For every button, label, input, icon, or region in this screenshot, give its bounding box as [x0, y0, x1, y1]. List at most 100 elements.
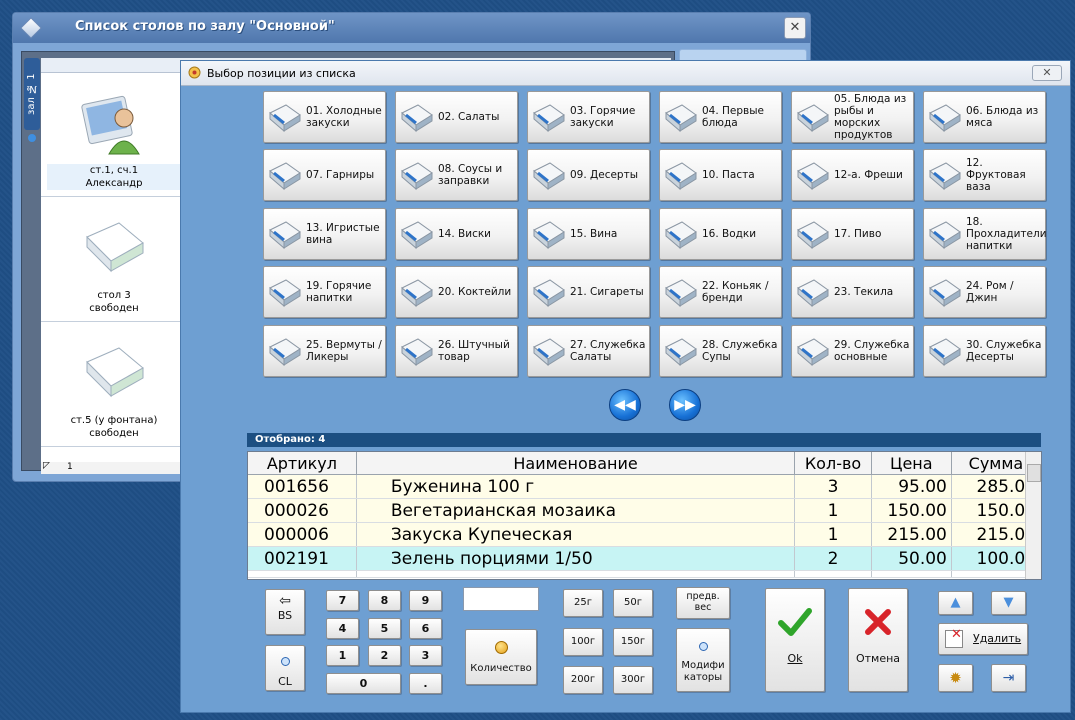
move-up-button[interactable]: ▲ [938, 591, 973, 615]
category-icon [401, 279, 433, 308]
category-button[interactable]: 25. Вермуты /Ликеры [263, 325, 386, 377]
modifiers-button[interactable]: Модифи каторы [676, 628, 730, 692]
category-button[interactable]: 24. Ром /Джин [923, 266, 1046, 318]
category-icon [665, 279, 697, 308]
price-cell: 215.00 [871, 522, 952, 547]
category-button[interactable]: 19. Горячие напитки [263, 266, 386, 318]
category-label: 25. Вермуты /Ликеры [306, 339, 382, 363]
category-button[interactable]: 01. Холодные закуски [263, 91, 386, 143]
category-icon [401, 104, 433, 133]
quantity-button[interactable]: Количество [465, 629, 537, 685]
arrow-up-icon: ▲ [950, 595, 961, 610]
cancel-button[interactable]: Отмена [848, 588, 908, 692]
category-button[interactable]: 23. Текила [791, 266, 914, 318]
ok-button[interactable]: Ok [765, 588, 825, 692]
exit-button[interactable]: ⇥ [991, 664, 1026, 692]
table-item[interactable]: стол 3 свободен [41, 197, 181, 322]
category-label: 03. Горячие закуски [570, 105, 636, 129]
category-button[interactable]: 15. Вина [527, 208, 650, 260]
decimal-point-button[interactable]: . [409, 673, 442, 694]
table-row[interactable]: 000006 Закуска Купеческая 1 215.00 215.00 [248, 522, 1041, 547]
category-button[interactable]: 26. Штучный товар [395, 325, 518, 377]
category-button[interactable]: 12-а. Фреши [791, 149, 914, 201]
table-row[interactable]: 001656 Буженина 100 г 3 95.00 285.00 [248, 474, 1041, 499]
settings-button[interactable]: ✹ [938, 664, 973, 692]
digit-5-button[interactable]: 5 [368, 618, 401, 639]
digit-2-button[interactable]: 2 [368, 645, 401, 666]
table-item[interactable]: ст.5 (у фонтана) свободен [41, 322, 181, 447]
name-cell: Буженина 100 г [356, 474, 796, 499]
category-button[interactable]: 08. Соусы и заправки [395, 149, 518, 201]
dialog-close-button[interactable]: ✕ [1032, 65, 1062, 81]
next-page-button[interactable]: ▶▶ [669, 389, 701, 421]
category-button[interactable]: 13. Игристые вина [263, 208, 386, 260]
prev-page-button[interactable]: ◀◀ [609, 389, 641, 421]
occupied-table-icon [81, 95, 140, 155]
qty-cell: 3 [794, 474, 872, 499]
quantity-input[interactable] [463, 587, 539, 611]
backspace-button[interactable]: ⇦ BS [265, 589, 305, 635]
category-button[interactable]: 07. Гарниры [263, 149, 386, 201]
hall-tab[interactable]: зал № 1 [24, 58, 40, 130]
category-button[interactable]: 17. Пиво [791, 208, 914, 260]
category-button[interactable]: 27. Служебка Салаты [527, 325, 650, 377]
category-button[interactable]: 20. Коктейли [395, 266, 518, 318]
category-button[interactable]: 05. Блюда из рыбы и морских продуктов [791, 91, 914, 143]
category-button[interactable]: 06. Блюда из мяса [923, 91, 1046, 143]
scroll-thumb[interactable] [1027, 464, 1041, 482]
category-button[interactable]: 28. Служебка Супы [659, 325, 782, 377]
category-label: 18. Прохладители напитки [966, 216, 1047, 252]
column-header[interactable]: Артикул [248, 452, 357, 475]
digit-3-button[interactable]: 3 [409, 645, 442, 666]
grid-scrollbar[interactable] [1025, 452, 1041, 579]
weight-button[interactable]: 200г [563, 666, 603, 694]
column-header[interactable]: Цена [871, 452, 952, 475]
weight-button[interactable]: 25г [563, 589, 603, 617]
category-label: 01. Холодные закуски [306, 105, 382, 129]
category-button[interactable]: 18. Прохладители напитки [923, 208, 1047, 260]
category-button[interactable]: 22. Коньяк /бренди [659, 266, 782, 318]
category-button[interactable]: 29. Служебка основные [791, 325, 914, 377]
category-button[interactable]: 12. Фруктовая ваза [923, 149, 1046, 201]
category-icon [929, 221, 961, 250]
digit-9-button[interactable]: 9 [409, 590, 442, 611]
digit-6-button[interactable]: 6 [409, 618, 442, 639]
weight-button[interactable]: 300г [613, 666, 653, 694]
article-cell: 000026 [248, 498, 357, 523]
category-label: 02. Салаты [438, 111, 500, 123]
table-list-close-button[interactable]: ✕ [784, 17, 806, 39]
digit-8-button[interactable]: 8 [368, 590, 401, 611]
category-icon [533, 279, 565, 308]
clear-button[interactable]: CL [265, 645, 305, 691]
category-button[interactable]: 04. Первые блюда [659, 91, 782, 143]
digit-0-button[interactable]: 0 [326, 673, 401, 694]
digit-4-button[interactable]: 4 [326, 618, 359, 639]
dialog-titlebar: Выбор позиции из списка ✕ [181, 61, 1070, 86]
table-row[interactable]: 000026 Вегетарианская мозаика 1 150.00 150.0… [248, 498, 1041, 523]
digit-7-button[interactable]: 7 [326, 590, 359, 611]
move-down-button[interactable]: ▼ [991, 591, 1026, 615]
prev-weight-button[interactable]: предв. вес [676, 587, 730, 619]
pager-arrow-icon[interactable]: ◸ [43, 461, 50, 471]
category-button[interactable]: 03. Горячие закуски [527, 91, 650, 143]
table-item[interactable]: ст.1, сч.1 Александр [41, 72, 181, 197]
digit-1-button[interactable]: 1 [326, 645, 359, 666]
delete-button[interactable]: ✕ Удалить [938, 623, 1028, 655]
category-button[interactable]: 09. Десерты [527, 149, 650, 201]
category-button[interactable]: 02. Салаты [395, 91, 518, 143]
table-row[interactable]: 002191 Зелень порциями 1/50 2 50.00 100.00 [248, 546, 1041, 571]
category-button[interactable]: 30. Служебка Десерты [923, 325, 1046, 377]
category-label: 29. Служебка основные [834, 339, 910, 363]
category-button[interactable]: 14. Виски [395, 208, 518, 260]
category-icon [797, 338, 829, 367]
column-header[interactable]: Наименование [356, 452, 796, 475]
category-label: 24. Ром /Джин [966, 280, 1014, 304]
category-button[interactable]: 10. Паста [659, 149, 782, 201]
category-button[interactable]: 21. Сигареты [527, 266, 650, 318]
category-button[interactable]: 16. Водки [659, 208, 782, 260]
weight-button[interactable]: 50г [613, 589, 653, 617]
weight-button[interactable]: 150г [613, 628, 653, 656]
quantity-icon [466, 641, 536, 657]
weight-button[interactable]: 100г [563, 628, 603, 656]
column-header[interactable]: Кол-во [794, 452, 872, 475]
